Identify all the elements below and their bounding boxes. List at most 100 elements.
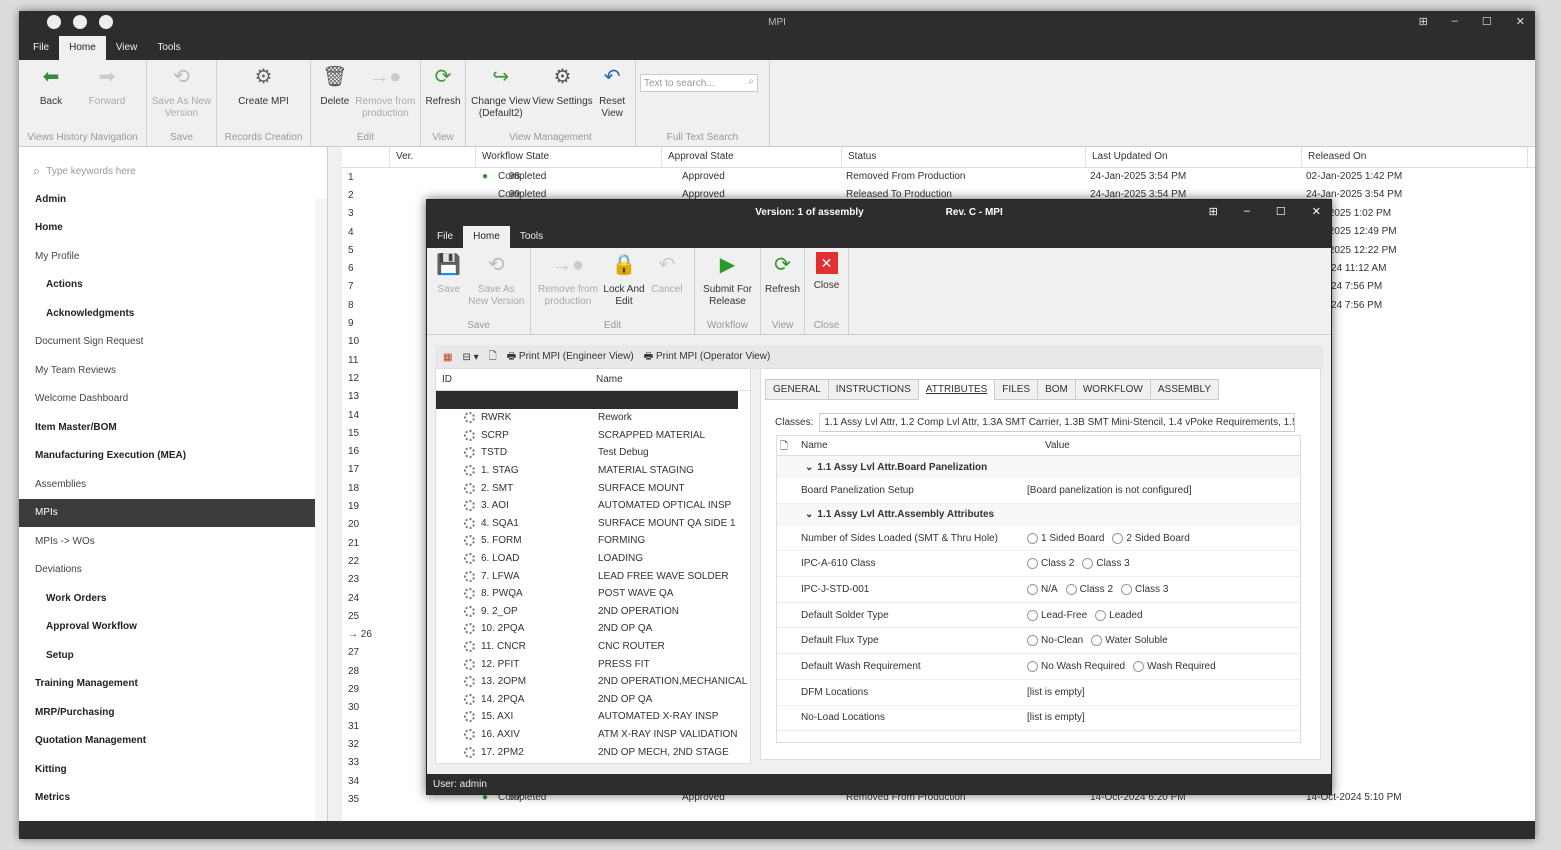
nav-mrp-purchasing[interactable]: MRP/Purchasing: [19, 698, 327, 727]
menu-tools[interactable]: Tools: [510, 226, 553, 248]
col-last-updated[interactable]: Last Updated On: [1086, 147, 1302, 167]
tree-row[interactable]: 17. 2PM2 2ND OP MECH, 2ND STAGE: [436, 743, 750, 761]
radio-icon[interactable]: [1027, 635, 1038, 647]
tree-row[interactable]: 7. LFWA LEAD FREE WAVE SOLDER: [436, 567, 750, 585]
refresh-button[interactable]: ⟳ Refresh: [425, 60, 461, 132]
radio-icon[interactable]: [1095, 609, 1107, 621]
nav-quotation-management[interactable]: Quotation Management: [19, 727, 327, 756]
radio-option[interactable]: Leaded: [1095, 609, 1143, 621]
cell-released[interactable]: 02-Jan-2025 1:42 PM: [1306, 171, 1402, 182]
attr-value[interactable]: No-Clean Water Soluble: [1021, 635, 1168, 647]
attr-value[interactable]: Class 2 Class 3: [1021, 558, 1130, 570]
tab-attributes[interactable]: ATTRIBUTES: [917, 379, 996, 400]
radio-icon[interactable]: [1027, 609, 1038, 621]
attr-value[interactable]: 1 Sided Board 2 Sided Board: [1021, 532, 1190, 544]
attr-row[interactable]: IPC-J-STD-001 N/A Class 2 Class 3: [777, 577, 1300, 603]
tree-row[interactable]: 14. 2PQA 2ND OP QA: [436, 691, 750, 709]
attr-row[interactable]: No-Load Locations [list is empty]: [777, 706, 1300, 732]
nav-welcome-dashboard[interactable]: Welcome Dashboard: [19, 385, 327, 414]
nav-admin[interactable]: Admin: [19, 185, 327, 214]
tree-root-row[interactable]: [436, 391, 738, 409]
attr-value[interactable]: [Board panelization is not configured]: [1021, 485, 1192, 496]
tab-instructions[interactable]: INSTRUCTIONS: [827, 379, 919, 400]
remove-from-production-button[interactable]: →● Remove from production: [535, 248, 601, 320]
nav-acknowledgments[interactable]: Acknowledgments: [19, 299, 327, 328]
layout-icon[interactable]: ⊟ ▾: [462, 352, 478, 363]
nav-deviations[interactable]: Deviations: [19, 556, 327, 585]
col-status[interactable]: Status: [842, 147, 1086, 167]
radio-icon[interactable]: [1112, 532, 1124, 544]
submit-for-release-button[interactable]: ▶ Submit For Release: [699, 248, 756, 320]
attr-row[interactable]: Default Solder Type Lead-Free Leaded: [777, 603, 1300, 629]
nav-kitting[interactable]: Kitting: [19, 755, 327, 784]
cell-last-updated[interactable]: 24-Jan-2025 3:54 PM: [1090, 171, 1186, 182]
nav-item-master[interactable]: Item Master/BOM: [19, 413, 327, 442]
nav-manufacturing-execution[interactable]: Manufacturing Execution (MEA): [19, 442, 327, 471]
radio-option[interactable]: N/A: [1027, 583, 1058, 595]
lock-and-edit-button[interactable]: 🔒 Lock And Edit: [601, 248, 647, 320]
radio-option[interactable]: Water Soluble: [1091, 635, 1168, 647]
remove-from-production-button[interactable]: →● Remove from production: [355, 60, 416, 132]
col-ver[interactable]: Ver.: [390, 147, 476, 167]
attr-row[interactable]: Number of Sides Loaded (SMT & Thru Hole)…: [777, 526, 1300, 552]
back-button[interactable]: ⬅ Back: [23, 60, 79, 132]
attr-value[interactable]: [list is empty]: [1021, 712, 1085, 723]
radio-icon[interactable]: [1065, 583, 1077, 595]
forward-button[interactable]: ➡ Forward: [79, 60, 135, 132]
tree-row[interactable]: SCRP SCRAPPED MATERIAL: [436, 427, 750, 445]
nav-metrics[interactable]: Metrics: [19, 784, 327, 813]
preview-icon[interactable]: 🗋: [777, 436, 797, 455]
minimize-button[interactable]: –: [1244, 205, 1250, 218]
radio-icon[interactable]: [1027, 583, 1038, 595]
cell-status[interactable]: Removed From Production: [846, 171, 966, 182]
tab-files[interactable]: FILES: [994, 379, 1039, 400]
close-dialog-button[interactable]: ✕ Close: [809, 248, 844, 320]
attr-value[interactable]: N/A Class 2 Class 3: [1021, 583, 1168, 595]
nav-my-team-reviews[interactable]: My Team Reviews: [19, 356, 327, 385]
nav-home[interactable]: Home: [19, 214, 327, 243]
preview-icon[interactable]: 🗋: [489, 349, 497, 366]
cell-workflow[interactable]: Completed: [498, 171, 546, 182]
nav-setup[interactable]: Setup: [19, 641, 327, 670]
nav-document-sign-request[interactable]: Document Sign Request: [19, 328, 327, 357]
radio-icon[interactable]: [1091, 635, 1103, 647]
tab-general[interactable]: GENERAL: [765, 379, 829, 400]
print-engineer-button[interactable]: 🖶 Print MPI (Engineer View): [507, 349, 634, 366]
radio-option[interactable]: Class 2: [1065, 583, 1113, 595]
menu-tools[interactable]: Tools: [147, 36, 190, 60]
layout-icon[interactable]: ⊞: [1419, 15, 1428, 28]
tree-row[interactable]: RWRK Rework: [436, 409, 750, 427]
cell-approval[interactable]: Approved: [682, 171, 725, 182]
radio-option[interactable]: No-Clean: [1027, 635, 1083, 647]
menu-home[interactable]: Home: [59, 36, 106, 60]
attr-value[interactable]: Lead-Free Leaded: [1021, 609, 1143, 621]
tree-row[interactable]: 15. AXI AUTOMATED X-RAY INSP: [436, 708, 750, 726]
radio-option[interactable]: Lead-Free: [1027, 609, 1087, 621]
maximize-button[interactable]: ☐: [1482, 15, 1492, 28]
tree-row[interactable]: 13. 2OPM 2ND OPERATION,MECHANICAL: [436, 673, 750, 691]
radio-icon[interactable]: [1121, 583, 1133, 595]
attr-row[interactable]: Default Flux Type No-Clean Water Soluble: [777, 628, 1300, 655]
radio-option[interactable]: Wash Required: [1133, 660, 1216, 672]
save-button[interactable]: 💾 Save: [431, 248, 467, 320]
tab-workflow[interactable]: WORKFLOW: [1074, 379, 1151, 400]
tree-row[interactable]: 5. FORM FORMING: [436, 532, 750, 550]
attr-row[interactable]: DFM Locations [list is empty]: [777, 680, 1300, 706]
menu-view[interactable]: View: [106, 36, 148, 60]
close-button[interactable]: ✕: [1516, 15, 1525, 28]
attr-row[interactable]: Default Wash Requirement No Wash Required…: [777, 654, 1300, 680]
tree-col-name[interactable]: Name: [590, 369, 629, 390]
tree-row[interactable]: 8. PWQA POST WAVE QA: [436, 585, 750, 603]
maximize-button[interactable]: ☐: [1276, 205, 1286, 218]
layout-icon[interactable]: ⊞: [1209, 205, 1218, 218]
reset-view-button[interactable]: ↶ Reset View: [593, 60, 631, 132]
radio-option[interactable]: No Wash Required: [1027, 660, 1125, 672]
tree-row[interactable]: 6. LOAD LOADING: [436, 550, 750, 568]
nav-training-management[interactable]: Training Management: [19, 670, 327, 699]
cancel-button[interactable]: ↶ Cancel: [647, 248, 687, 320]
nav-work-orders[interactable]: Work Orders: [19, 584, 327, 613]
attr-row-panelization[interactable]: Board Panelization Setup [Board panelizat…: [777, 478, 1300, 504]
tree-row[interactable]: TSTD Test Debug: [436, 444, 750, 462]
create-mpi-button[interactable]: ⚙ Create MPI: [221, 60, 306, 132]
delete-button[interactable]: 🗑 Delete: [315, 60, 355, 132]
